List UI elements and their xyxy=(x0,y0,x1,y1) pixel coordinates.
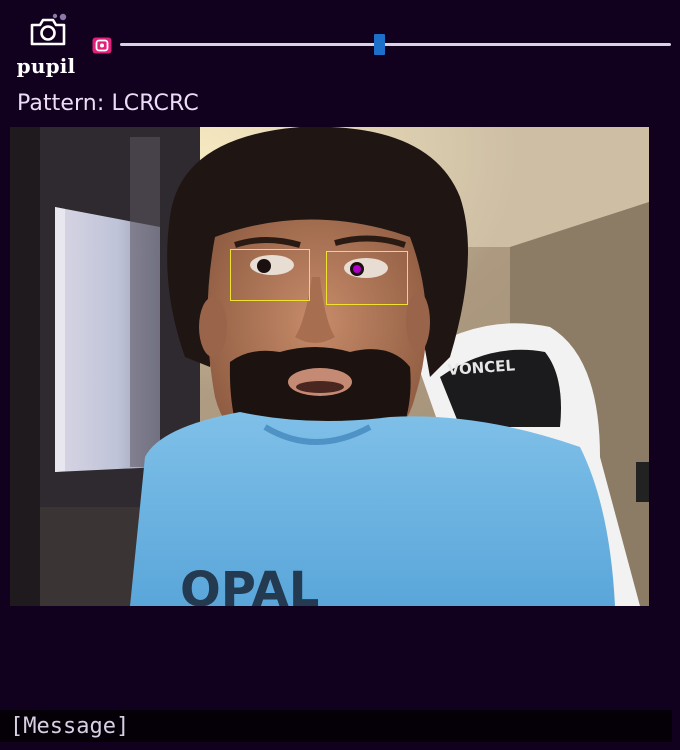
pupil-app-window: pupil Pattern: LCRCRC VONCEL OPAL [Messa… xyxy=(0,0,680,750)
pattern-label: Pattern: LCRCRC xyxy=(17,91,199,116)
message-bar: [Message] xyxy=(0,710,672,742)
app-logo-text: pupil xyxy=(16,54,76,78)
right-eye-box xyxy=(326,251,408,305)
record-button[interactable] xyxy=(92,37,112,54)
camera-icon xyxy=(30,13,67,46)
webcam-image: VONCEL OPAL xyxy=(10,127,649,606)
record-icon xyxy=(92,37,112,54)
camera-feed: VONCEL OPAL xyxy=(10,127,649,606)
playback-slider[interactable] xyxy=(120,34,671,56)
left-eye-box xyxy=(230,249,310,301)
app-logo: pupil xyxy=(14,10,82,82)
shirt-print-text: OPAL xyxy=(180,562,319,606)
slider-track[interactable] xyxy=(120,43,671,46)
slider-thumb[interactable] xyxy=(373,34,385,55)
message-text: [Message] xyxy=(10,714,130,739)
